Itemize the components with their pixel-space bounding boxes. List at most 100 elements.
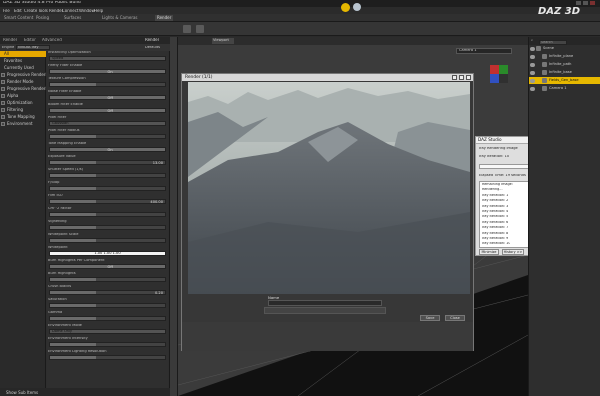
sphere-icon[interactable] xyxy=(353,3,361,11)
category-item[interactable]: Favorites xyxy=(0,58,46,64)
property-select[interactable]: Dome Only xyxy=(49,329,166,334)
visibility-eye-icon[interactable] xyxy=(530,62,535,67)
visibility-eye-icon[interactable] xyxy=(530,70,535,75)
minimize-window-button[interactable] xyxy=(576,1,581,5)
maximize-icon[interactable] xyxy=(459,75,464,80)
tab-advanced[interactable]: Advanced xyxy=(42,38,62,42)
category-checkbox[interactable] xyxy=(1,80,5,84)
property-toggle[interactable]: On xyxy=(49,69,166,74)
render-tools-bar[interactable] xyxy=(264,307,386,314)
minimize-icon[interactable] xyxy=(452,75,457,80)
render-close-button[interactable]: Close xyxy=(445,315,465,321)
tab-render[interactable]: Render xyxy=(155,15,174,21)
property-select[interactable]: Gaussian xyxy=(49,121,166,126)
side-tab-strip[interactable] xyxy=(170,37,178,396)
render-star-icon[interactable] xyxy=(341,3,350,12)
visibility-eye-icon[interactable] xyxy=(530,86,535,91)
viewcube-face-icon[interactable] xyxy=(490,65,499,74)
viewcube-face-icon[interactable] xyxy=(499,65,508,74)
property-toggle[interactable]: On xyxy=(49,147,166,152)
render-button[interactable]: Render xyxy=(145,38,159,42)
property-slider[interactable] xyxy=(49,134,166,139)
category-item[interactable]: Currently Used xyxy=(0,65,46,71)
property-toggle[interactable]: Off xyxy=(49,108,166,113)
menu-help[interactable]: Help xyxy=(94,9,103,13)
render-save-button[interactable]: Save xyxy=(420,315,440,321)
property-slider[interactable] xyxy=(49,303,166,308)
minimize-button[interactable]: Minimize xyxy=(479,249,499,255)
viewcube-face-icon[interactable] xyxy=(499,74,508,83)
menu-connect[interactable]: Connect xyxy=(62,9,79,13)
category-item[interactable]: Render Mode xyxy=(0,79,46,85)
show-sub-items[interactable]: Show Sub Items xyxy=(0,388,170,396)
property-slider[interactable] xyxy=(49,173,166,178)
close-icon[interactable] xyxy=(466,75,471,80)
property-select[interactable]: Speed xyxy=(49,56,166,61)
property-slider[interactable] xyxy=(49,212,166,217)
engine-select[interactable]: NVIDIA Iray xyxy=(16,45,50,50)
scene-node[interactable]: Scene xyxy=(529,45,600,52)
property-slider[interactable] xyxy=(49,277,166,282)
maximize-window-button[interactable] xyxy=(583,1,588,5)
property-slider[interactable] xyxy=(49,316,166,321)
visibility-eye-icon[interactable] xyxy=(530,54,535,59)
category-item[interactable]: Progressive Rendering xyxy=(0,72,46,78)
close-window-button[interactable] xyxy=(590,1,595,5)
visibility-eye-icon[interactable] xyxy=(530,46,535,51)
category-checkbox[interactable] xyxy=(1,73,5,77)
category-item[interactable]: Environment xyxy=(0,121,46,127)
category-item[interactable]: Optimization xyxy=(0,100,46,106)
property-toggle[interactable]: Off xyxy=(49,264,166,269)
tab-editor[interactable]: Editor xyxy=(24,38,36,42)
tab-lights-cameras[interactable]: Lights & Cameras xyxy=(100,15,140,21)
scene-node[interactable]: Infinite_path xyxy=(529,61,600,68)
menu-tools[interactable]: Tools xyxy=(38,9,48,13)
category-item[interactable]: Tone Mapping xyxy=(0,114,46,120)
category-item[interactable]: Alpha xyxy=(0,93,46,99)
category-label: Favorites xyxy=(4,58,23,63)
camera-dropdown[interactable]: Camera 1 xyxy=(456,48,512,54)
menu-create[interactable]: Create xyxy=(24,9,37,13)
property-slider[interactable] xyxy=(49,355,166,360)
category-checkbox[interactable] xyxy=(1,94,5,98)
scene-node[interactable]: Camera 1 xyxy=(529,85,600,92)
tab-viewport[interactable]: Viewport xyxy=(212,38,234,44)
property-slider[interactable]: 0.20 xyxy=(49,290,166,295)
menu-window[interactable]: Window xyxy=(79,9,95,13)
scene-node[interactable]: Fields_Gen_base xyxy=(529,77,600,84)
preset-label[interactable]: Defaults xyxy=(145,46,160,50)
property-toggle[interactable]: Off xyxy=(49,95,166,100)
category-checkbox[interactable] xyxy=(1,87,5,91)
scene-node[interactable]: Infinite_plane xyxy=(529,53,600,60)
tab-render-settings[interactable]: Render xyxy=(3,38,17,42)
category-item[interactable]: Progressive Rendering xyxy=(0,86,46,92)
property-slider[interactable] xyxy=(49,238,166,243)
visibility-eye-icon[interactable] xyxy=(530,78,535,83)
history-button[interactable]: History >> xyxy=(502,249,524,255)
film-icon[interactable] xyxy=(196,25,204,33)
property-slider[interactable] xyxy=(49,342,166,347)
tab-smart-content[interactable]: Smart Content xyxy=(2,15,35,21)
camera-icon[interactable] xyxy=(183,25,191,33)
property-slider[interactable]: 400.00 xyxy=(49,199,166,204)
property-slider[interactable] xyxy=(49,225,166,230)
scene-node[interactable]: Infinite_base xyxy=(529,69,600,76)
property-slider[interactable] xyxy=(49,82,166,87)
property-slider[interactable] xyxy=(49,186,166,191)
category-checkbox[interactable] xyxy=(1,101,5,105)
category-item[interactable]: All xyxy=(0,51,46,57)
category-checkbox[interactable] xyxy=(1,115,5,119)
category-checkbox[interactable] xyxy=(1,108,5,112)
tab-surfaces[interactable]: Surfaces xyxy=(62,15,83,21)
menu-edit[interactable]: Edit xyxy=(14,9,22,13)
category-checkbox[interactable] xyxy=(1,122,5,126)
menu-file[interactable]: File xyxy=(3,9,10,13)
property-color-field[interactable]: 1.00 1.00 1.00 xyxy=(49,251,166,256)
category-item[interactable]: Filtering xyxy=(0,107,46,113)
viewcube-face-icon[interactable] xyxy=(490,74,499,83)
render-name-input[interactable] xyxy=(268,300,382,306)
property-slider[interactable]: 13.00 xyxy=(49,160,166,165)
category-list: All Favorites Currently Used Progressive Re… xyxy=(0,51,46,396)
category-label: Environment xyxy=(7,121,33,126)
tab-posing[interactable]: Posing xyxy=(34,15,51,21)
